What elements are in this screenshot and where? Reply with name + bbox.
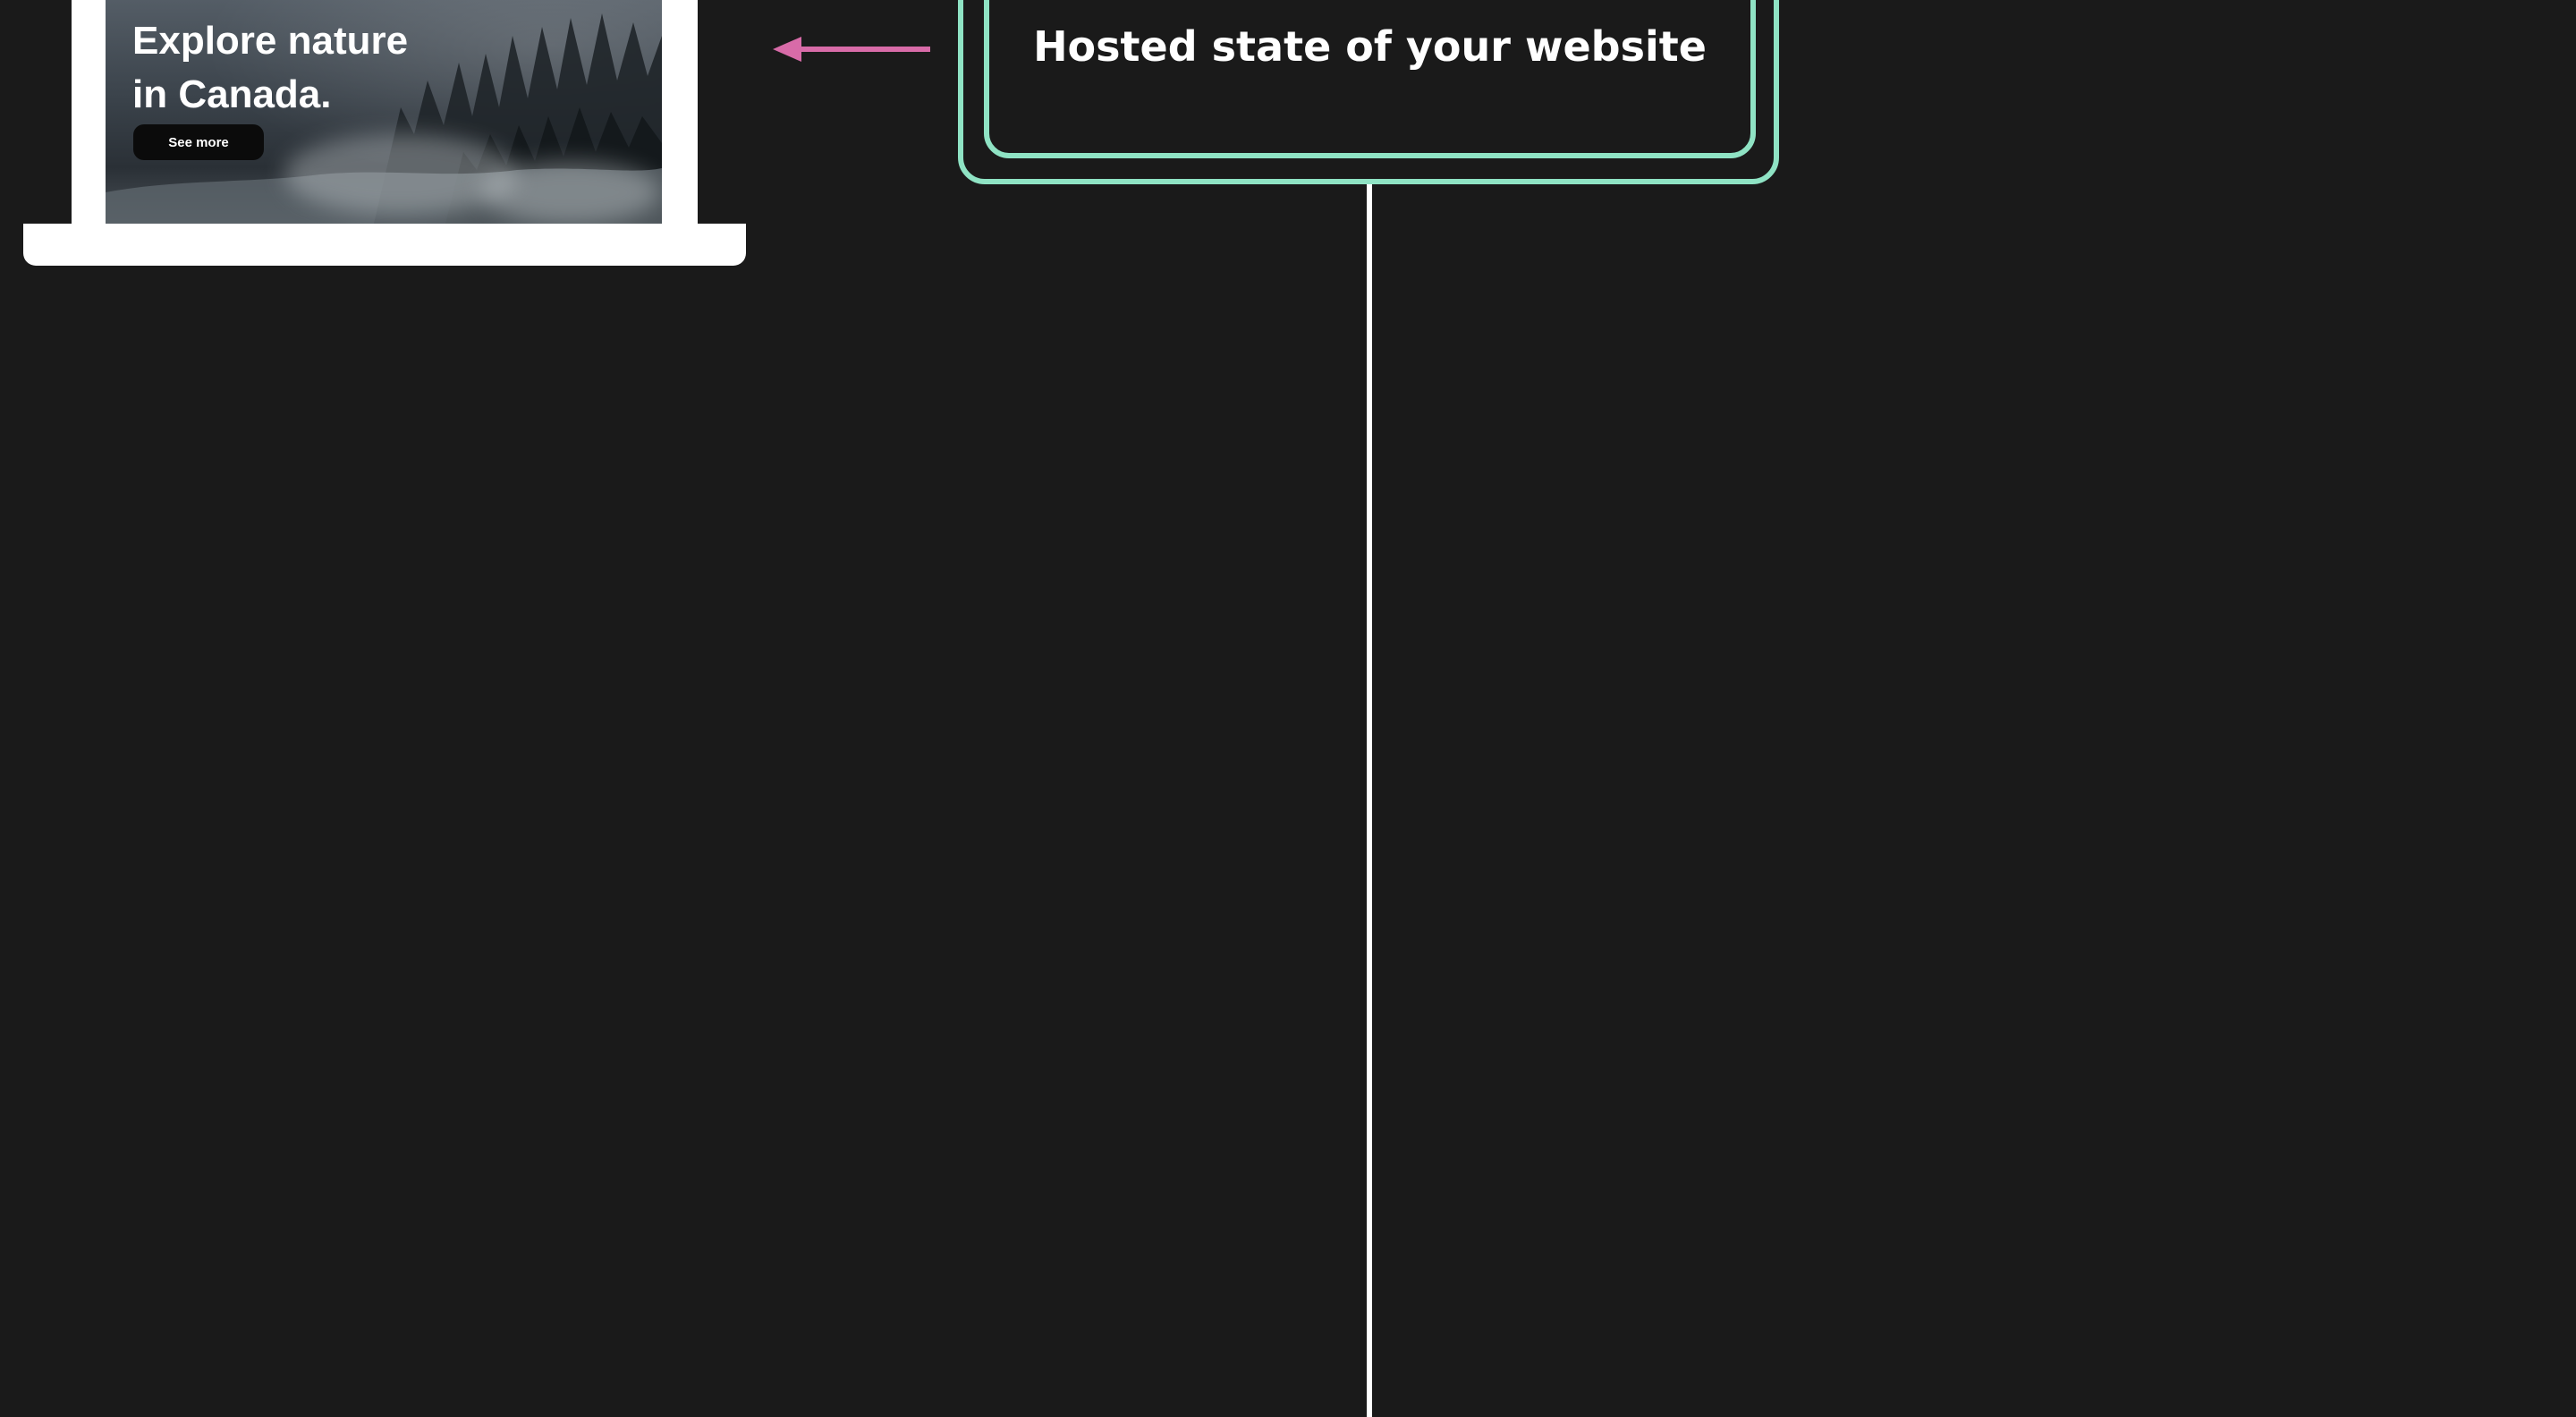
- mist: [284, 134, 517, 215]
- see-more-button[interactable]: See more: [133, 124, 264, 160]
- mist: [481, 161, 660, 224]
- left-arrow-icon: [773, 37, 930, 62]
- website-preview: Explore nature in Canada. See more: [106, 0, 662, 224]
- hero-title: Explore nature in Canada.: [132, 19, 409, 116]
- connector-line: [1367, 184, 1372, 1417]
- hosted-state-label: Hosted state of your website: [1033, 22, 1707, 71]
- laptop-base: [23, 224, 746, 266]
- laptop-screen: Explore nature in Canada. See more: [72, 0, 698, 225]
